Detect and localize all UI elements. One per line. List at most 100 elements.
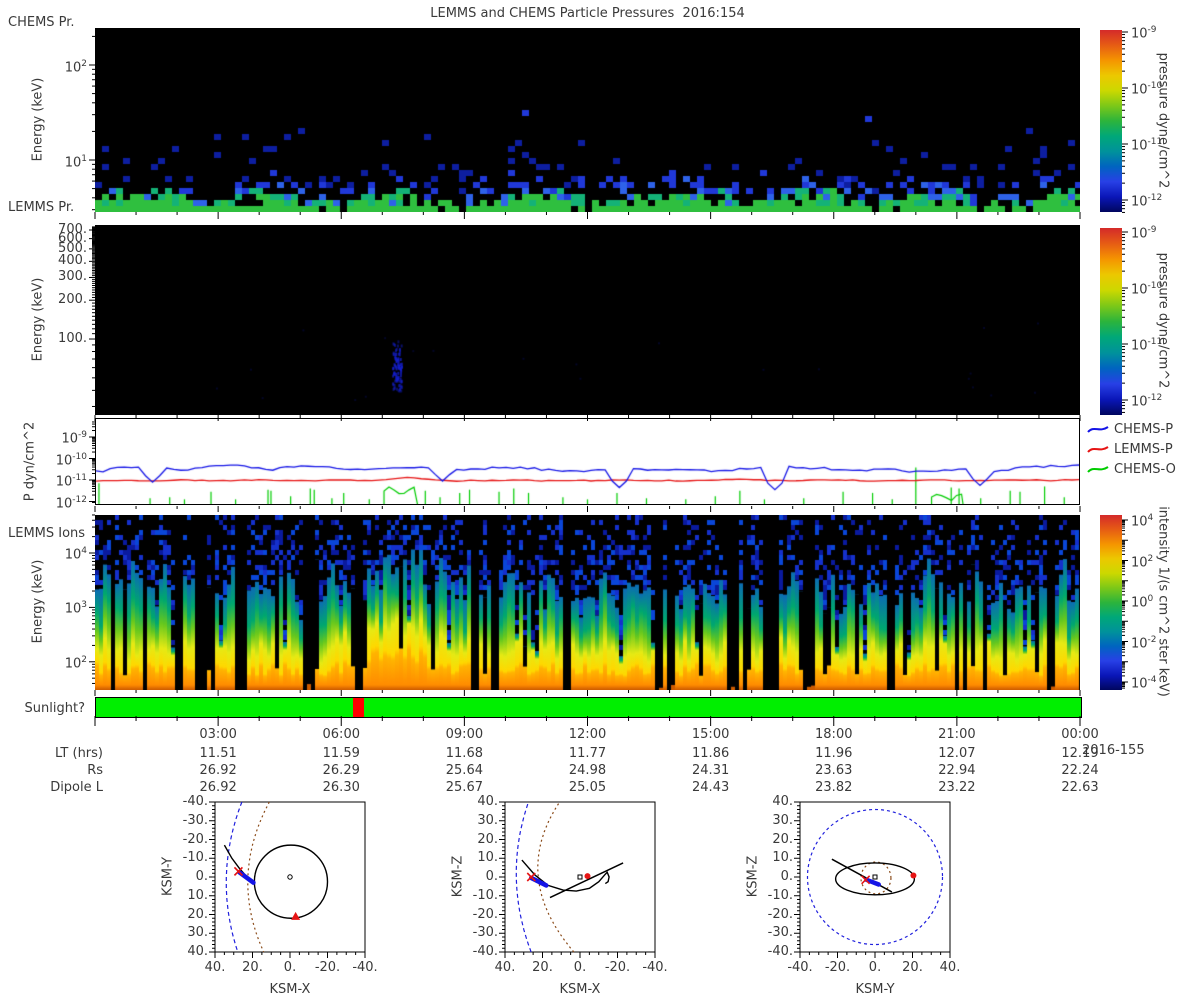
colorbar-ions-intensity bbox=[1100, 515, 1122, 690]
orbit-ytick: 0. bbox=[458, 869, 498, 884]
orbit-ytick: 20. bbox=[458, 832, 498, 847]
orbit-ytick: -20. bbox=[458, 907, 498, 922]
lemms-pressure-spectrogram bbox=[95, 225, 1080, 415]
cb4-tick: 10-4 bbox=[1131, 673, 1157, 691]
orbit-ytick: 40. bbox=[168, 944, 208, 959]
ephemeris-value: 26.30 bbox=[306, 780, 376, 795]
chems-pressure-spectrogram bbox=[95, 28, 1080, 212]
orbit-ytick: 20. bbox=[753, 832, 793, 847]
ephemeris-value: 12.19 bbox=[1045, 746, 1115, 761]
p3-ytick: 10-9 bbox=[25, 428, 87, 446]
orbit-xtick: -20. bbox=[598, 960, 638, 975]
row-label-rs: Rs bbox=[8, 763, 103, 778]
legend-item-chems-o: CHEMS-O bbox=[1086, 460, 1176, 478]
cb1-unit-label: pressure dyne/cm^2 bbox=[1156, 26, 1171, 216]
cb4-tick: 104 bbox=[1131, 511, 1153, 529]
orbit2-x-axis-label: KSM-X bbox=[540, 982, 620, 997]
orbit-xtick: 20. bbox=[233, 960, 273, 975]
ephemeris-value: 11.51 bbox=[183, 746, 253, 761]
orbit-ytick: 0. bbox=[168, 869, 208, 884]
p4-ytick: 104 bbox=[25, 544, 87, 562]
orbit-ytick: -40. bbox=[753, 944, 793, 959]
lemms-spectrogram-canvas bbox=[95, 225, 1080, 415]
cb2-tick: 10-10 bbox=[1131, 279, 1162, 297]
orbit-ytick: 30. bbox=[458, 813, 498, 828]
orbit-ytick: 10. bbox=[168, 888, 208, 903]
orbit-ytick: 30. bbox=[168, 925, 208, 940]
cb4-unit-label: intensity 1/(s cm^2 ster keV) bbox=[1156, 492, 1171, 712]
ephemeris-value: 22.94 bbox=[922, 763, 992, 778]
orbit-ytick: -40. bbox=[168, 794, 208, 809]
cb2-tick: 10-9 bbox=[1131, 223, 1157, 241]
legend-item-chems-p: CHEMS-P bbox=[1086, 420, 1173, 438]
orbit-xtick: -20. bbox=[818, 960, 858, 975]
time-tick-label: 18:00 bbox=[799, 727, 869, 742]
orbit-ytick: 10. bbox=[753, 850, 793, 865]
p2-ytick: 200. bbox=[25, 292, 87, 307]
cb2-unit-label: pressure dyne/cm^2 bbox=[1156, 226, 1171, 416]
orbit-ytick: -10. bbox=[458, 888, 498, 903]
cb4-tick: 10-2 bbox=[1131, 633, 1157, 651]
orbit-ksmz-vs-ksmy bbox=[794, 802, 950, 958]
orbit-ytick: 30. bbox=[753, 813, 793, 828]
orbit-ytick: -10. bbox=[168, 850, 208, 865]
ephemeris-value: 12.07 bbox=[922, 746, 992, 761]
cb2-tick: 10-12 bbox=[1131, 391, 1162, 409]
ephemeris-value: 26.92 bbox=[183, 763, 253, 778]
p3-ytick: 10-11 bbox=[25, 471, 87, 489]
legend-line-sample bbox=[1086, 442, 1110, 456]
panel-title-lemms-pr: LEMMS Pr. bbox=[8, 200, 74, 215]
sunlight-off-segment bbox=[353, 698, 365, 717]
sunlight-on-segment bbox=[96, 698, 1081, 717]
orbit-ytick: -30. bbox=[168, 813, 208, 828]
orbit-xtick: -40. bbox=[635, 960, 675, 975]
time-tick-label: 06:00 bbox=[306, 727, 376, 742]
legend-label: CHEMS-P bbox=[1114, 422, 1173, 437]
orbit-ytick: -30. bbox=[753, 925, 793, 940]
cb1-tick: 10-12 bbox=[1131, 191, 1162, 209]
orbit-ytick: 0. bbox=[753, 869, 793, 884]
cb1-tick: 10-9 bbox=[1131, 23, 1157, 41]
orbit-ytick: 40. bbox=[753, 794, 793, 809]
panel-title-lemms-ions: LEMMS Ions bbox=[8, 526, 85, 541]
time-tick-label: 00:00 bbox=[1045, 727, 1115, 742]
orbit-ytick: 20. bbox=[168, 907, 208, 922]
ephemeris-value: 22.24 bbox=[1045, 763, 1115, 778]
ephemeris-value: 11.68 bbox=[429, 746, 499, 761]
orbit-xtick: -20. bbox=[308, 960, 348, 975]
lemms-ions-spectrogram bbox=[95, 515, 1080, 690]
orbit-xtick: -40. bbox=[780, 960, 820, 975]
p2-ytick: 400. bbox=[25, 253, 87, 268]
cb4-tick: 100 bbox=[1131, 592, 1153, 610]
orbit-ksmz-vs-ksmx bbox=[499, 802, 655, 958]
figure-root: LEMMS and CHEMS Particle Pressures 2016:… bbox=[0, 0, 1200, 1000]
orbit1-x-axis-label: KSM-X bbox=[250, 982, 330, 997]
ephemeris-value: 26.29 bbox=[306, 763, 376, 778]
orbit-ytick: -40. bbox=[458, 944, 498, 959]
ephemeris-value: 11.96 bbox=[799, 746, 869, 761]
cb4-tick: 102 bbox=[1131, 552, 1153, 570]
orbit-xtick: 0. bbox=[855, 960, 895, 975]
page-title: LEMMS and CHEMS Particle Pressures 2016:… bbox=[95, 6, 1080, 21]
ephemeris-value: 25.05 bbox=[553, 780, 623, 795]
ephemeris-value: 23.82 bbox=[799, 780, 869, 795]
colorbar-lemms-pressure bbox=[1100, 228, 1122, 415]
legend-label: CHEMS-O bbox=[1114, 462, 1176, 477]
ephemeris-value: 26.92 bbox=[183, 780, 253, 795]
time-tick-label: 09:00 bbox=[429, 727, 499, 742]
time-tick-label: 21:00 bbox=[922, 727, 992, 742]
ephemeris-value: 22.63 bbox=[1045, 780, 1115, 795]
orbit-xtick: 20. bbox=[893, 960, 933, 975]
legend-label: LEMMS-P bbox=[1114, 442, 1173, 457]
orbit-xtick: 40. bbox=[930, 960, 970, 975]
ephemeris-value: 11.77 bbox=[553, 746, 623, 761]
particle-pressure-line-plot bbox=[95, 418, 1080, 505]
legend-line-sample bbox=[1086, 422, 1110, 436]
cb1-tick: 10-10 bbox=[1131, 79, 1162, 97]
chems-spectrogram-canvas bbox=[95, 28, 1080, 212]
orbit-xtick: 0. bbox=[560, 960, 600, 975]
ephemeris-value: 23.22 bbox=[922, 780, 992, 795]
p1-ytick: 101 bbox=[25, 152, 87, 170]
orbit-xtick: 40. bbox=[195, 960, 235, 975]
p2-ytick: 300. bbox=[25, 269, 87, 284]
